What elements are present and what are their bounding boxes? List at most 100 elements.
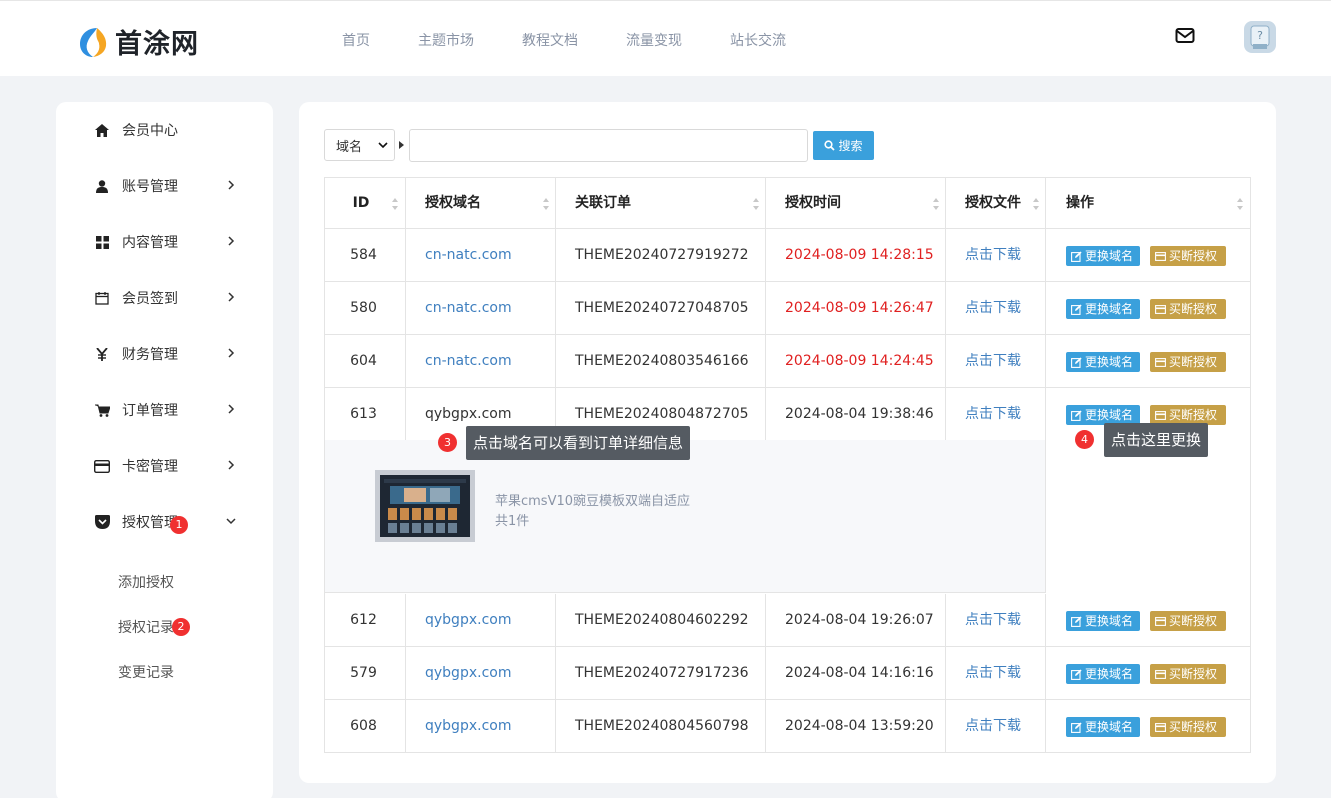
sort-icon [1237,198,1243,210]
edit-icon [1071,251,1082,262]
cell-domain-link[interactable]: cn-natc.com [406,282,556,334]
sidebar-item-cards[interactable]: 卡密管理 [94,454,235,478]
cell-download-link[interactable]: 点击下载 [946,388,1046,440]
cell-download-link[interactable]: 点击下载 [946,229,1046,281]
col-header-label: ID [352,195,370,211]
cell-actions: 更换域名 买断授权 [1046,335,1250,387]
pocket-icon [94,514,110,530]
cell-download-link[interactable]: 点击下载 [946,335,1046,387]
top-header: 首涂网 首页 主题市场 教程文档 流量变现 站长交流 ? [0,0,1331,76]
sort-icon [1033,198,1039,210]
sidebar-item-account[interactable]: 账号管理 [94,174,235,198]
sidebar-item-checkin[interactable]: 会员签到 [94,286,235,310]
table-header: ID 授权域名 关联订单 授权时间 授权文件 操作 [325,178,1250,229]
search-input[interactable] [409,128,808,162]
table-row: 604 cn-natc.com THEME20240803546166 2024-08… [325,335,1250,388]
change-domain-button[interactable]: 更换域名 [1066,717,1140,737]
col-header-order[interactable]: 关联订单 [556,178,766,228]
buy-license-button[interactable]: 买断授权 [1150,352,1226,372]
col-header-label: 授权域名 [425,195,481,211]
cell-domain-link[interactable]: qybgpx.com [406,594,556,646]
col-header-domain[interactable]: 授权域名 [406,178,556,228]
buy-license-button[interactable]: 买断授权 [1150,717,1226,737]
edit-icon [1071,410,1082,421]
cell-domain-link[interactable]: cn-natc.com [406,229,556,281]
product-name[interactable]: 苹果cmsV10豌豆模板双端自适应 [495,490,690,509]
cell-domain-link[interactable]: qybgpx.com [406,700,556,752]
nav-theme-market[interactable]: 主题市场 [418,30,474,50]
button-label: 买断授权 [1169,355,1218,369]
change-domain-button[interactable]: 更换域名 [1066,299,1140,319]
main-panel: 域名 搜索 ID 授权域名 关联订单 授权时间 授权文件 操作 584 cn-n… [299,102,1276,783]
sidebar-subitem-license-records[interactable]: 授权记录 [118,617,174,637]
main-nav: 首页 主题市场 教程文档 流量变现 站长交流 [342,30,834,50]
search-button[interactable]: 搜索 [813,130,874,160]
table-row: 612 qybgpx.com THEME20240804602292 2024-08-… [325,594,1250,647]
change-domain-button[interactable]: 更换域名 [1066,246,1140,266]
sidebar-item-label: 账号管理 [122,179,178,195]
tip-domain-detail: 点击域名可以看到订单详细信息 [466,426,691,460]
product-count: 共1件 [495,514,530,529]
col-header-file[interactable]: 授权文件 [946,178,1046,228]
sidebar-subitem-add-license[interactable]: 添加授权 [118,572,174,592]
change-domain-button[interactable]: 更换域名 [1066,611,1140,631]
col-header-id[interactable]: ID [325,178,406,228]
buy-license-button[interactable]: 买断授权 [1150,299,1226,319]
button-label: 买断授权 [1169,408,1218,422]
buy-license-button[interactable]: 买断授权 [1150,246,1226,266]
product-thumbnail[interactable] [375,470,475,542]
button-label: 买断授权 [1169,302,1218,316]
chevron-right-icon [228,460,235,470]
sidebar-item-content[interactable]: 内容管理 [94,230,235,254]
cell-download-link[interactable]: 点击下载 [946,282,1046,334]
nav-home[interactable]: 首页 [342,30,370,50]
step-badge: 4 [1075,430,1094,449]
change-domain-button[interactable]: 更换域名 [1066,405,1140,425]
card-icon [1155,722,1166,732]
step-badge: 2 [172,618,190,636]
buy-license-button[interactable]: 买断授权 [1150,611,1226,631]
change-domain-button[interactable]: 更换域名 [1066,352,1140,372]
avatar[interactable]: ? [1244,21,1276,53]
table-row: 579 qybgpx.com THEME20240727917236 2024-08-… [325,647,1250,700]
buy-license-button[interactable]: 买断授权 [1150,405,1226,425]
buy-license-button[interactable]: 买断授权 [1150,664,1226,684]
cell-download-link[interactable]: 点击下载 [946,594,1046,646]
button-label: 更换域名 [1085,249,1134,263]
change-domain-button[interactable]: 更换域名 [1066,664,1140,684]
sidebar-item-finance[interactable]: 财务管理 [94,342,235,366]
sidebar-item-label: 内容管理 [122,235,178,251]
col-header-time[interactable]: 授权时间 [766,178,946,228]
cell-order: THEME20240727917236 [556,647,766,699]
svg-text:?: ? [1257,29,1263,42]
site-logo[interactable]: 首涂网 [77,22,199,61]
edit-icon [1071,616,1082,627]
nav-community[interactable]: 站长交流 [730,30,786,50]
cell-domain-link[interactable]: qybgpx.com [406,647,556,699]
edit-icon [1071,669,1082,680]
cell-order: THEME20240727919272 [556,229,766,281]
home-icon [94,122,110,138]
col-header-actions[interactable]: 操作 [1046,178,1250,228]
sidebar-subitem-change-records[interactable]: 变更记录 [118,662,174,682]
mail-icon[interactable] [1175,27,1195,45]
cell-download-link[interactable]: 点击下载 [946,700,1046,752]
sidebar-item-license[interactable]: 授权管理 [94,510,236,534]
chevron-down-icon [226,518,236,525]
cell-domain-link[interactable]: cn-natc.com [406,335,556,387]
cell-download-link[interactable]: 点击下载 [946,647,1046,699]
search-field-select[interactable]: 域名 [324,129,395,161]
chevron-right-icon [228,292,235,302]
sidebar-item-orders[interactable]: 订单管理 [94,398,235,422]
sidebar-item-member-center[interactable]: 会员中心 [94,118,234,142]
cell-order: THEME20240727048705 [556,282,766,334]
cell-id: 579 [325,647,406,699]
nav-traffic[interactable]: 流量变现 [626,30,682,50]
chevron-right-icon [228,348,235,358]
caret-right-icon [399,141,404,149]
nav-docs[interactable]: 教程文档 [522,30,578,50]
sidebar: 会员中心 账号管理 内容管理 会员签到 财务管理 订单管理 卡密管理 授权管理 … [56,102,273,798]
cell-actions: 更换域名 买断授权 [1046,229,1250,281]
sidebar-item-label: 订单管理 [122,403,178,419]
cell-order: THEME20240804560798 [556,700,766,752]
